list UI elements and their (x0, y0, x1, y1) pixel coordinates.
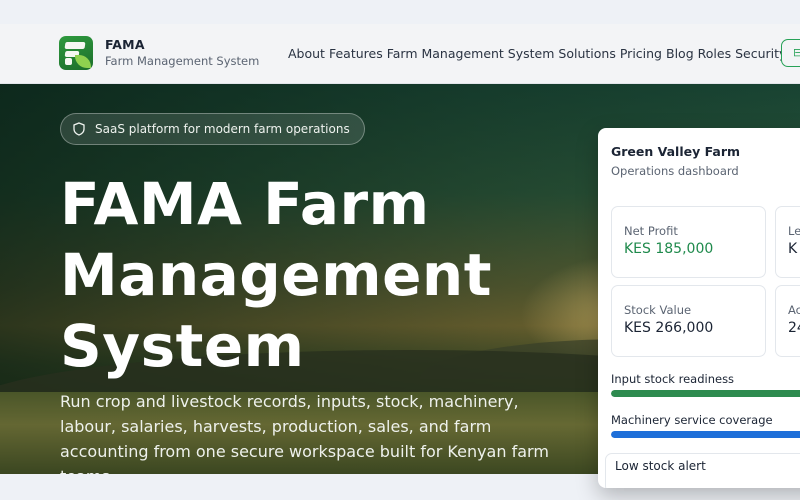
brand-name[interactable]: FAMA (105, 37, 145, 52)
nav-farm-management-system[interactable]: Farm Management System (387, 46, 555, 61)
hero-title: FAMA Farm Management System (60, 170, 492, 380)
metric-stock-value: Stock Value KES 266,000 (611, 285, 766, 357)
nav-solutions[interactable]: Solutions (558, 46, 615, 61)
nav-about[interactable]: About (288, 46, 325, 61)
metric-card: Ac 24 (775, 285, 800, 357)
metric-value: K (788, 241, 798, 257)
alert-label: Low stock alert (615, 459, 706, 473)
progress-fill (611, 431, 800, 438)
nav-roles[interactable]: Roles (698, 46, 731, 61)
dashboard-card: Green Valley Farm Operations dashboard N… (598, 128, 800, 488)
metric-label: Stock Value (624, 303, 692, 317)
nav-features[interactable]: Features (329, 46, 383, 61)
metric-label: Net Profit (624, 224, 678, 238)
progress-fill (611, 390, 800, 397)
nav-blog[interactable]: Blog (666, 46, 694, 61)
bar-label-input-stock: Input stock readiness (611, 372, 735, 386)
metric-value: KES 185,000 (624, 241, 714, 257)
bar-label-machinery: Machinery service coverage (611, 413, 773, 427)
metric-label: Le (788, 224, 800, 238)
metric-card: Le K (775, 206, 800, 278)
main-nav: About Features Farm Management System So… (288, 46, 786, 61)
metric-value: KES 266,000 (624, 320, 714, 336)
hero-badge: SaaS platform for modern farm operations (60, 113, 365, 145)
nav-pricing[interactable]: Pricing (620, 46, 662, 61)
low-stock-alert[interactable]: Low stock alert (605, 453, 800, 488)
metric-net-profit: Net Profit KES 185,000 (611, 206, 766, 278)
metric-label: Ac (788, 303, 800, 317)
hero-badge-label: SaaS platform for modern farm operations (95, 122, 350, 136)
farm-name: Green Valley Farm (611, 144, 741, 159)
metric-value: 24 (788, 320, 800, 336)
hero-description: Run crop and livestock records, inputs, … (60, 392, 549, 474)
site-header: FAMA Farm Management System About Featur… (0, 24, 800, 84)
header-action-button[interactable]: ⊟ (781, 39, 800, 67)
shield-icon (73, 122, 85, 136)
progress-bar-machinery (611, 431, 800, 438)
login-icon: ⊟ (793, 46, 800, 59)
fama-logo-icon[interactable] (59, 36, 93, 70)
dashboard-subtitle: Operations dashboard (611, 164, 739, 178)
brand-subtitle: Farm Management System (105, 54, 260, 68)
progress-bar-input-stock (611, 390, 800, 397)
nav-security[interactable]: Security (735, 46, 786, 61)
